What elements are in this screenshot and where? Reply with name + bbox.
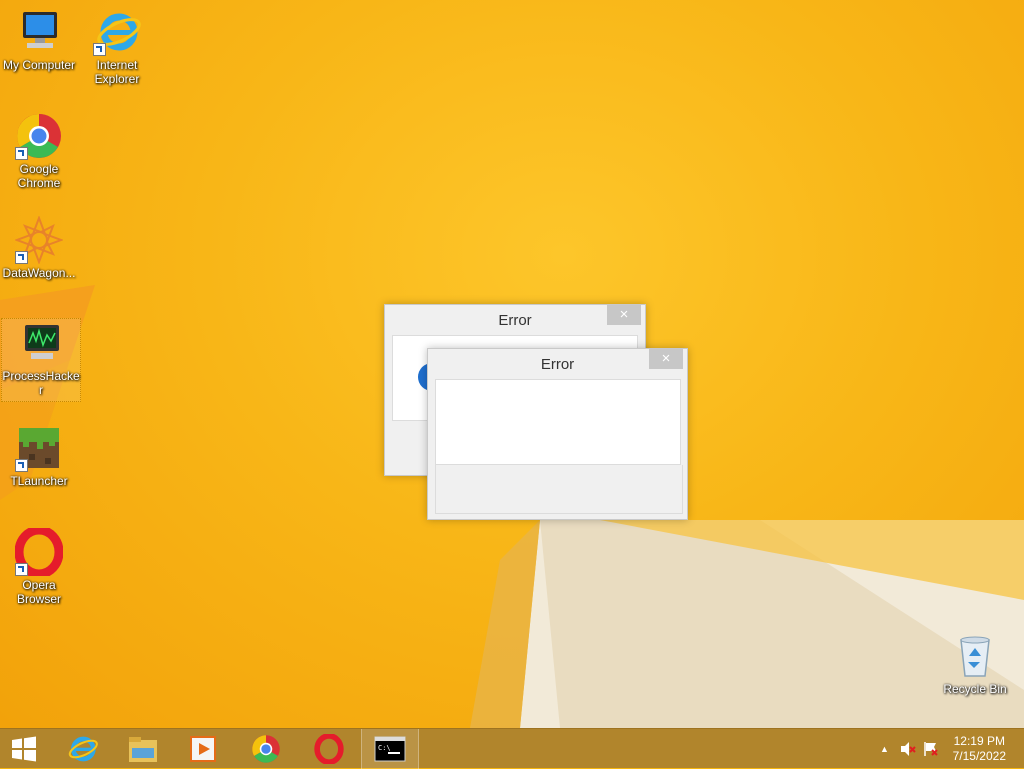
desktop-icon-label: Google Chrome: [17, 162, 61, 190]
cmd-icon: C:\: [374, 736, 406, 762]
shortcut-arrow-icon: [15, 563, 28, 576]
shortcut-arrow-icon: [15, 251, 28, 264]
taskbar-chrome[interactable]: [236, 729, 296, 769]
dialog-title: Error: [498, 312, 532, 329]
internet-explorer-icon: [93, 8, 141, 56]
computer-icon: [15, 8, 63, 56]
taskbar-cmd[interactable]: C:\: [361, 729, 419, 769]
desktop-icon-tlauncher[interactable]: TLauncher: [0, 424, 78, 488]
media-player-icon: [190, 736, 216, 762]
clock-date: 7/15/2022: [952, 749, 1006, 763]
close-button[interactable]: ×: [649, 349, 683, 369]
desktop-icon-label: My Computer: [2, 58, 76, 72]
desktop-icon-my-computer[interactable]: My Computer: [0, 8, 78, 72]
process-hacker-icon: [17, 319, 65, 367]
dialog-titlebar[interactable]: Error ×: [428, 349, 687, 379]
desktop-icon-google-chrome[interactable]: Google Chrome: [0, 112, 78, 190]
desktop-icon-processhacker[interactable]: ProcessHacker: [1, 318, 81, 402]
clock[interactable]: 12:19 PM 7/15/2022: [953, 734, 1006, 764]
chrome-icon: [15, 112, 63, 160]
internet-explorer-icon: [68, 736, 98, 762]
volume-muted-icon[interactable]: [900, 741, 916, 757]
file-explorer-icon: [129, 737, 157, 762]
shortcut-arrow-icon: [15, 147, 28, 160]
taskbar-media-player[interactable]: [173, 729, 233, 769]
start-button[interactable]: [0, 729, 48, 769]
clock-time: 12:19 PM: [953, 734, 1005, 748]
taskbar: C:\ ▲ 12:19 PM 7/15/2022: [0, 728, 1024, 769]
datawagon-icon: [14, 215, 64, 265]
shortcut-arrow-icon: [93, 43, 106, 56]
close-button[interactable]: ×: [607, 305, 641, 325]
show-hidden-icons-button[interactable]: ▲: [880, 744, 889, 754]
desktop-icon-label: TLauncher: [10, 474, 68, 488]
desktop-icon-label: Recycle Bin: [943, 682, 1007, 696]
taskbar-file-explorer[interactable]: [113, 729, 173, 769]
taskbar-internet-explorer[interactable]: [52, 729, 112, 769]
desktop-icon-label: Internet Explorer: [94, 58, 140, 86]
dialog-footer: [435, 465, 683, 514]
shortcut-arrow-icon: [15, 459, 28, 472]
chrome-icon: [252, 735, 280, 763]
desktop-icon-datawagon[interactable]: DataWagon...: [0, 215, 78, 280]
opera-icon: [314, 734, 344, 764]
dialog-titlebar[interactable]: Error ×: [385, 305, 645, 335]
action-center-flag-icon[interactable]: [922, 741, 938, 757]
opera-icon: [14, 525, 64, 579]
start-icon: [12, 736, 36, 762]
dialog-content: [435, 379, 681, 465]
desktop-icon-internet-explorer[interactable]: Internet Explorer: [78, 8, 156, 86]
desktop-icon-label: ProcessHacker: [2, 369, 80, 397]
svg-text:C:\: C:\: [378, 744, 391, 752]
desktop-icon-recycle-bin[interactable]: Recycle Bin: [936, 632, 1014, 696]
system-tray: ▲ 12:19 PM 7/15/2022: [864, 729, 1024, 769]
recycle-bin-icon: [951, 632, 999, 680]
desktop-icon-label: Opera Browser: [16, 578, 61, 606]
tlauncher-icon: [15, 424, 63, 472]
desktop-icon-opera[interactable]: Opera Browser: [0, 525, 78, 606]
taskbar-opera[interactable]: [299, 729, 359, 769]
desktop-icon-label: DataWagon...: [2, 266, 76, 280]
error-dialog-front[interactable]: Error ×: [427, 348, 688, 520]
